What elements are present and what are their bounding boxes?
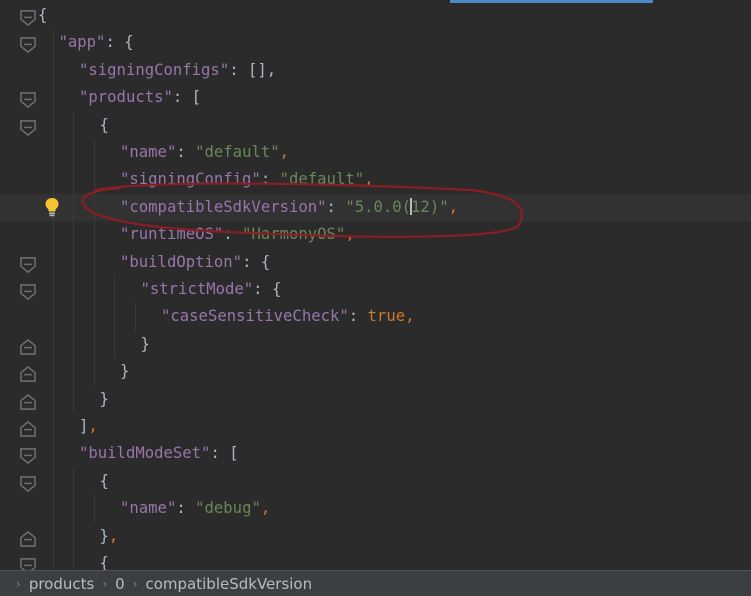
code-token: , <box>364 170 374 189</box>
code-token: "signingConfigs" <box>79 60 230 79</box>
code-token: , <box>88 417 98 435</box>
code-token: : { <box>242 252 271 271</box>
code-token: : <box>348 307 368 326</box>
indent-guide <box>52 29 54 570</box>
code-editor[interactable]: {"app": {"signingConfigs": [], "products"… <box>0 0 751 570</box>
code-token: true <box>367 307 406 326</box>
fold-close-icon[interactable] <box>19 393 37 411</box>
indent-guide <box>93 495 95 523</box>
code-token: : [ <box>210 444 239 463</box>
code-token: "name" <box>120 499 177 518</box>
code-line[interactable]: "products": [ <box>38 84 201 111</box>
code-token: , <box>279 143 290 161</box>
code-token: : { <box>105 33 134 52</box>
code-line[interactable]: "strictMode": { <box>38 276 282 303</box>
code-token: "debug" <box>195 499 261 518</box>
editor-gutter <box>0 0 38 570</box>
code-token: { <box>99 115 109 134</box>
code-token: ] <box>79 417 89 435</box>
fold-open-icon[interactable] <box>19 557 37 570</box>
code-token: : <box>326 197 346 216</box>
code-line[interactable]: "signingConfig": "default", <box>38 166 374 193</box>
fold-open-icon[interactable] <box>19 36 37 54</box>
code-line[interactable]: }, <box>38 523 119 550</box>
code-line[interactable]: "compatibleSdkVersion": "5.0.0(12)", <box>0 193 751 221</box>
code-token: { <box>99 554 109 570</box>
code-token: "HarmonyOS" <box>242 225 346 244</box>
chevron-right-icon: › <box>16 576 21 591</box>
code-token: : <box>176 143 196 161</box>
fold-open-icon[interactable] <box>19 9 37 27</box>
code-token: "buildOption" <box>120 252 243 271</box>
code-token: } <box>99 526 109 545</box>
code-token: } <box>120 362 130 381</box>
breadcrumb-item-index[interactable]: 0 <box>115 575 125 593</box>
code-token: } <box>99 389 109 408</box>
fold-close-icon[interactable] <box>19 420 37 438</box>
code-token: } <box>140 334 150 353</box>
code-token: "default" <box>195 143 280 161</box>
indent-guide <box>93 139 95 386</box>
code-token: "signingConfig" <box>120 170 261 189</box>
breadcrumb-item-products[interactable]: products <box>29 575 95 593</box>
fold-open-icon[interactable] <box>19 475 37 493</box>
fold-close-icon[interactable] <box>19 365 37 383</box>
code-token: { <box>38 6 48 24</box>
code-token: "app" <box>58 33 106 52</box>
code-token: "default" <box>279 170 365 189</box>
code-area[interactable]: {"app": {"signingConfigs": [], "products"… <box>0 0 751 570</box>
fold-open-icon[interactable] <box>19 256 37 274</box>
fold-open-icon[interactable] <box>19 447 37 465</box>
code-token: "5.0.0( <box>345 197 412 216</box>
code-token: : [], <box>229 60 277 79</box>
indent-guide <box>114 276 115 359</box>
indent-guide <box>73 467 74 570</box>
code-line[interactable]: "name": "default", <box>38 139 289 166</box>
code-token: , <box>108 526 119 545</box>
code-token: : <box>223 225 243 244</box>
chevron-right-icon: › <box>102 576 108 591</box>
code-line[interactable]: "runtimeOS": "HarmonyOS", <box>38 221 355 248</box>
indent-guide <box>134 303 136 331</box>
code-token: : <box>260 170 280 189</box>
code-token: 12)" <box>411 197 449 216</box>
code-token: "name" <box>120 143 177 161</box>
code-token: : [ <box>172 88 202 107</box>
code-token: "caseSensitiveCheck" <box>161 307 349 326</box>
code-token: , <box>405 307 415 326</box>
code-token: : { <box>253 280 282 298</box>
code-line[interactable]: "signingConfigs": [], <box>38 57 276 84</box>
code-line[interactable]: { <box>38 2 47 29</box>
fold-open-icon[interactable] <box>19 119 37 137</box>
fold-close-icon[interactable] <box>19 530 37 548</box>
code-token: , <box>260 499 271 518</box>
code-token: "buildModeSet" <box>79 444 211 463</box>
code-token: "products" <box>79 88 173 107</box>
fold-close-icon[interactable] <box>19 338 37 356</box>
code-line[interactable]: "buildModeSet": [ <box>38 440 239 467</box>
code-token: , <box>448 197 458 216</box>
code-token: : <box>176 499 196 518</box>
code-token: "runtimeOS" <box>120 225 224 244</box>
code-token: "strictMode" <box>140 280 254 298</box>
indent-guide <box>73 111 74 413</box>
code-token: , <box>345 225 355 244</box>
breadcrumb: › products › 0 › compatibleSdkVersion <box>0 570 751 596</box>
code-token: { <box>99 471 109 490</box>
breadcrumb-item-compatibleSdkVersion[interactable]: compatibleSdkVersion <box>146 575 313 593</box>
lightbulb-icon[interactable] <box>44 197 60 217</box>
fold-open-icon[interactable] <box>19 283 37 301</box>
chevron-right-icon: › <box>132 576 138 591</box>
fold-open-icon[interactable] <box>19 91 37 109</box>
code-token: "compatibleSdkVersion" <box>120 197 327 216</box>
code-line[interactable]: ], <box>38 413 98 440</box>
